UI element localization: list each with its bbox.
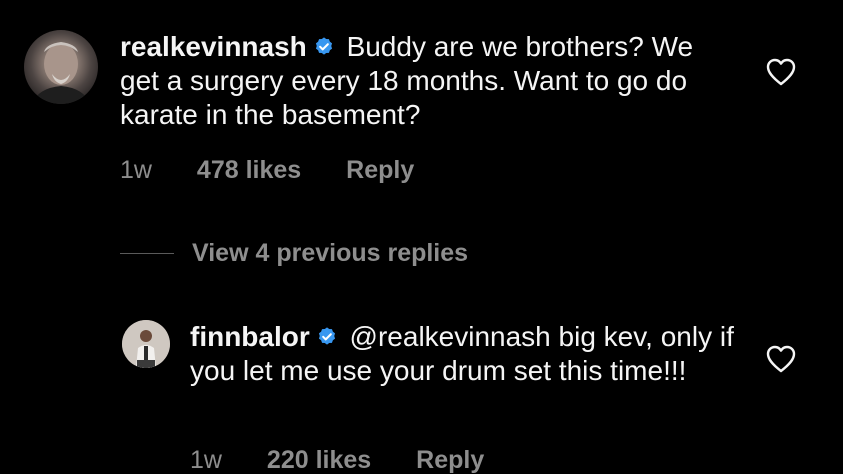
reply-button[interactable]: Reply xyxy=(416,446,484,474)
comment-body: realkevinnash Buddy are we brothers? We … xyxy=(120,30,730,132)
timestamp: 1w xyxy=(120,156,152,184)
verified-badge-icon xyxy=(313,36,335,58)
reply-comment: finnbalor @realkevinnash big kev, only i… xyxy=(0,300,843,474)
username[interactable]: realkevinnash xyxy=(120,31,307,62)
view-replies-label: View 4 previous replies xyxy=(192,238,469,267)
verified-badge-icon xyxy=(316,326,338,348)
comment-meta: 1w 220 likes Reply xyxy=(190,446,484,474)
reply-button[interactable]: Reply xyxy=(346,156,414,185)
likes-count[interactable]: 220 likes xyxy=(267,446,371,474)
comment-meta: 1w 478 likes Reply xyxy=(120,156,414,185)
heart-icon[interactable] xyxy=(766,58,796,86)
comment: realkevinnash Buddy are we brothers? We … xyxy=(0,0,843,200)
divider-line xyxy=(120,252,174,254)
avatar[interactable] xyxy=(24,30,98,104)
likes-count[interactable]: 478 likes xyxy=(197,156,301,185)
username[interactable]: finnbalor xyxy=(190,321,310,352)
timestamp: 1w xyxy=(190,446,222,474)
comments-thread: realkevinnash Buddy are we brothers? We … xyxy=(0,0,843,474)
heart-icon[interactable] xyxy=(766,345,796,373)
comment-body: finnbalor @realkevinnash big kev, only i… xyxy=(190,320,750,388)
view-previous-replies-button[interactable]: View 4 previous replies xyxy=(120,238,468,268)
avatar[interactable] xyxy=(122,320,170,368)
